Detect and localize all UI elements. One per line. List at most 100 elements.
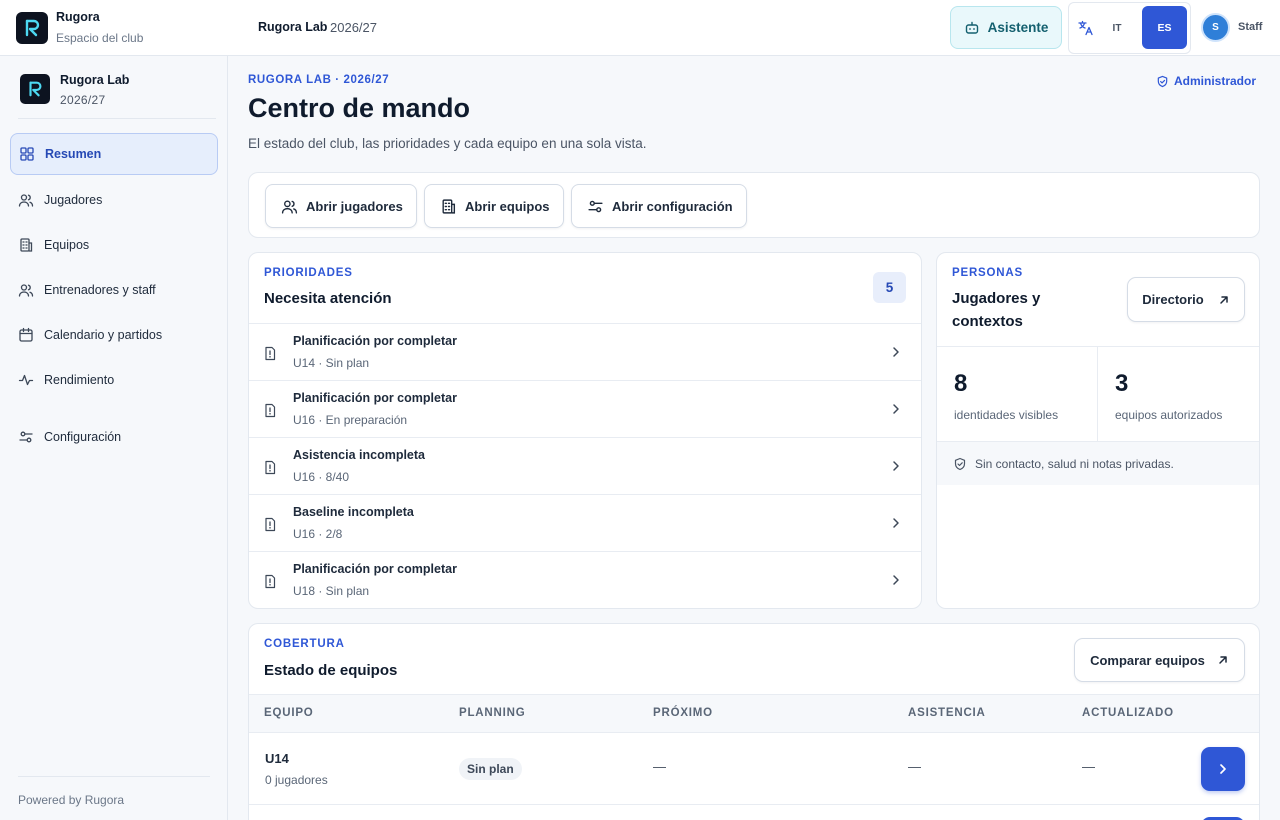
team-player-count: 0 jugadores: [265, 773, 328, 787]
team-name: U14: [265, 751, 289, 766]
status-badge: Sin plan: [459, 758, 522, 780]
open-players-button[interactable]: Abrir jugadores: [265, 184, 417, 228]
section-eyebrow: COBERTURA: [264, 638, 345, 650]
button-label: Abrir equipos: [465, 198, 550, 214]
language-es[interactable]: ES: [1142, 6, 1187, 49]
open-team-button[interactable]: [1201, 747, 1245, 791]
priorities-card: PRIORIDADES Necesita atención 5 Planific…: [248, 252, 922, 609]
quick-actions: Abrir jugadores Abrir equipos Abrir conf…: [248, 172, 1260, 238]
section-eyebrow: PRIORIDADES: [264, 267, 353, 279]
priority-detail: U14 · Sin plan: [293, 356, 370, 370]
page-title: Centro de mando: [248, 93, 471, 123]
list-item[interactable]: Planificación por completar U14 · Sin pl…: [249, 323, 921, 380]
brand-name: Rugora: [56, 10, 100, 24]
divider: [1097, 347, 1098, 441]
translate-icon: [1078, 20, 1093, 36]
shield-icon: [954, 457, 966, 470]
section-title-line2: contextos: [952, 313, 1023, 330]
list-item[interactable]: Planificación por completar U16 · En pre…: [249, 380, 921, 437]
sidebar-item-entrenadores[interactable]: Entrenadores y staff: [10, 269, 218, 311]
attendance-value: —: [908, 759, 921, 774]
robot-icon: [965, 21, 978, 34]
priority-title: Planificación por completar: [293, 391, 457, 405]
alert-file-icon: [265, 346, 276, 361]
list-item[interactable]: Planificación por completar U18 · Sin pl…: [249, 551, 921, 608]
role-label: Administrador: [1174, 74, 1257, 88]
button-label: Abrir configuración: [612, 198, 733, 214]
divider: [18, 118, 216, 119]
table-row[interactable]: U14 0 jugadores Sin plan — — —: [249, 733, 1259, 805]
open-settings-button[interactable]: Abrir configuración: [571, 184, 747, 228]
stat-label: equipos autorizados: [1115, 408, 1223, 422]
building-icon: [20, 238, 33, 252]
sidebar-item-label: Rendimiento: [44, 373, 115, 387]
stat-label: identidades visibles: [954, 408, 1059, 422]
sidebar-item-label: Configuración: [44, 430, 122, 444]
updated-value: —: [1082, 759, 1095, 774]
arrow-up-right-icon: [1219, 656, 1227, 664]
priority-detail: U16 · 8/40: [293, 470, 350, 484]
column-header-planning[interactable]: PLANNING: [459, 707, 525, 719]
sidebar-item-rendimiento[interactable]: Rendimiento: [10, 359, 218, 401]
grid-icon: [20, 147, 34, 161]
section-eyebrow: PERSONAS: [952, 267, 1023, 279]
chevron-right-icon: [893, 461, 899, 471]
column-header-team[interactable]: EQUIPO: [264, 707, 314, 719]
sliders-icon: [588, 200, 603, 212]
page-subtitle: El estado del club, las prioridades y ca…: [248, 136, 647, 151]
people-card: PERSONAS Jugadores y contextos Directori…: [936, 252, 1260, 609]
sidebar-item-label: Entrenadores y staff: [44, 283, 156, 297]
sidebar-item-resumen[interactable]: Resumen: [10, 133, 218, 175]
privacy-note: Sin contacto, salud ni notas privadas.: [937, 441, 1259, 485]
users-icon: [18, 284, 34, 297]
assistant-button[interactable]: Asistente: [950, 6, 1062, 49]
column-header-next[interactable]: PRÓXIMO: [653, 707, 713, 719]
button-label: Abrir jugadores: [306, 198, 403, 214]
sidebar-club-name: Rugora Lab: [60, 73, 130, 87]
alert-file-icon: [265, 403, 276, 418]
users-icon: [281, 199, 298, 214]
column-header-attendance[interactable]: ASISTENCIA: [908, 707, 986, 719]
sidebar-item-equipos[interactable]: Equipos: [10, 224, 218, 266]
list-item[interactable]: Baseline incompleta U16 · 2/8: [249, 494, 921, 551]
chevron-right-icon: [1220, 764, 1226, 774]
sidebar-item-jugadores[interactable]: Jugadores: [10, 179, 218, 221]
shield-icon: [1157, 75, 1168, 87]
chevron-right-icon: [893, 518, 899, 528]
club-name: Rugora Lab: [258, 20, 328, 34]
club-logo: [20, 74, 50, 104]
calendar-icon: [19, 327, 33, 342]
divider: [18, 776, 210, 777]
assistant-label: Asistente: [987, 20, 1049, 35]
building-icon: [442, 198, 456, 214]
language-it[interactable]: IT: [1098, 18, 1136, 38]
sidebar-item-configuracion[interactable]: Configuración: [10, 416, 218, 458]
open-teams-button[interactable]: Abrir equipos: [424, 184, 564, 228]
activity-icon: [18, 374, 34, 386]
list-item[interactable]: Asistencia incompleta U16 · 8/40: [249, 437, 921, 494]
sidebar-item-label: Equipos: [44, 238, 90, 252]
alert-file-icon: [265, 574, 276, 589]
chevron-right-icon: [893, 404, 899, 414]
sidebar-item-label: Calendario y partidos: [44, 328, 163, 342]
column-header-updated[interactable]: ACTUALIZADO: [1082, 707, 1174, 719]
priority-detail: U16 · 2/8: [293, 527, 343, 541]
section-title: Jugadores y: [952, 290, 1041, 307]
alert-file-icon: [265, 517, 276, 532]
stat-visible-identities: 8: [954, 370, 968, 397]
arrow-up-right-icon: [1219, 295, 1228, 304]
divider: [937, 346, 1259, 347]
brand-logo[interactable]: [16, 12, 48, 44]
users-icon: [18, 194, 34, 207]
next-match: —: [653, 759, 666, 774]
coverage-card: COBERTURA Estado de equipos Comparar equ…: [248, 623, 1260, 820]
sidebar-season: 2026/27: [60, 93, 106, 107]
priority-detail: U18 · Sin plan: [293, 584, 370, 598]
directory-button[interactable]: Directorio: [1127, 277, 1245, 322]
role-link[interactable]: Administrador: [1156, 74, 1256, 88]
compare-teams-button[interactable]: Comparar equipos: [1074, 638, 1245, 682]
avatar[interactable]: S: [1201, 13, 1230, 42]
sidebar-item-calendario[interactable]: Calendario y partidos: [10, 314, 218, 356]
section-title: Estado de equipos: [264, 662, 398, 679]
user-role: Staff: [1238, 21, 1263, 33]
